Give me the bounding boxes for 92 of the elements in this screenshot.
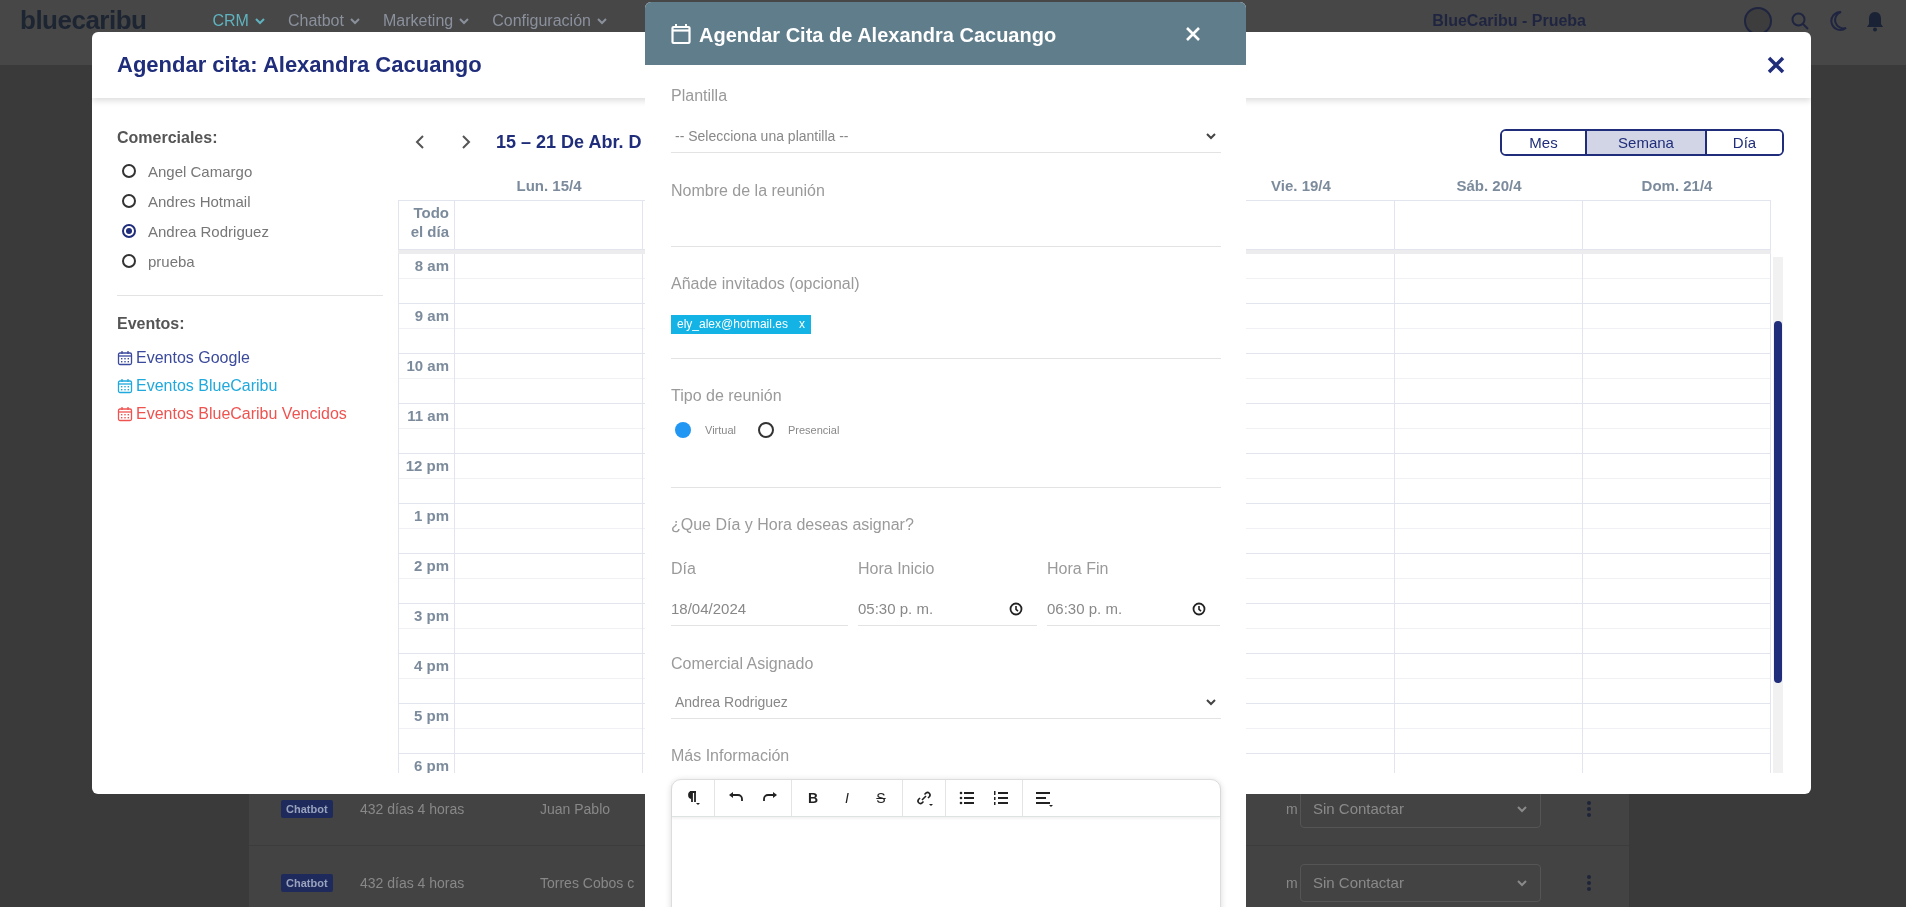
- radio-button[interactable]: [122, 224, 136, 238]
- field-label: Hora Fin: [1047, 559, 1110, 579]
- chevron-down-icon: [348, 15, 361, 27]
- bulleted-list-icon: [958, 789, 976, 807]
- channel-badge: Chatbot: [281, 873, 333, 892]
- calendar-icon: [671, 22, 691, 45]
- modal-title: Agendar cita: Alexandra Cacuango: [117, 52, 482, 78]
- day-header: Lun. 15/4: [515, 176, 583, 194]
- bold-button[interactable]: B: [798, 784, 828, 812]
- chevron-down-icon: [1205, 696, 1217, 708]
- clock-icon: [1192, 601, 1206, 616]
- field-label: Día: [671, 559, 697, 579]
- time-label: 10 am: [405, 356, 450, 375]
- numbered-list-icon: [992, 789, 1010, 807]
- day-header: Dom. 21/4: [1640, 176, 1714, 194]
- close-icon: [1185, 25, 1201, 42]
- table-cell-text: m: [1286, 800, 1299, 817]
- template-select[interactable]: -- Selecciona una plantilla --: [671, 120, 1221, 153]
- time-field[interactable]: 06:30 p. m.: [1047, 592, 1220, 626]
- guests-field[interactable]: ely_alex@hotmail.es x: [671, 298, 1221, 359]
- time-label: 9 am: [413, 306, 450, 325]
- radio-button[interactable]: [122, 194, 136, 208]
- time-label: 2 pm: [413, 556, 450, 575]
- time-field[interactable]: 05:30 p. m.: [858, 592, 1037, 626]
- field-label: Más Información: [671, 746, 791, 766]
- table-cell-text: m: [1286, 874, 1299, 891]
- section-heading: Eventos:: [117, 314, 186, 334]
- table-cell-text: Torres Cobos c: [540, 874, 636, 891]
- time-label: 3 pm: [413, 606, 450, 625]
- nav-item[interactable]: Chatbot: [287, 11, 361, 31]
- all-day-label: Todo el día: [409, 203, 450, 241]
- clock-icon: [1009, 601, 1023, 616]
- nav-item[interactable]: Marketing: [382, 11, 471, 31]
- commercial-option[interactable]: Andrea Rodriguez: [117, 216, 383, 246]
- commercial-option[interactable]: Andres Hotmail: [117, 186, 383, 216]
- scrollbar-thumb[interactable]: [1774, 321, 1782, 683]
- time-label: 1 pm: [413, 506, 450, 525]
- radio-button[interactable]: [675, 422, 691, 438]
- event-source-link[interactable]: Eventos BlueCaribu: [117, 372, 383, 400]
- field-label: ¿Que Día y Hora deseas asignar?: [671, 515, 915, 535]
- avatar[interactable]: [1744, 7, 1772, 35]
- time-label: 4 pm: [413, 656, 450, 675]
- chevron-left-icon: [415, 134, 425, 150]
- section-heading: Comerciales:: [117, 128, 219, 148]
- time-label: 5 pm: [413, 706, 450, 725]
- view-toggle[interactable]: Semana: [1585, 130, 1705, 154]
- date-range-title: 15 – 21 De Abr. D: [496, 131, 642, 153]
- field-label: Plantilla: [671, 86, 729, 106]
- commercial-option[interactable]: prueba: [117, 246, 383, 276]
- chevron-down-icon: [253, 15, 266, 27]
- remove-button[interactable]: x: [798, 317, 805, 331]
- field-label: Añade invitados (opcional): [671, 274, 861, 294]
- meeting-type-option[interactable]: Presencial: [758, 420, 840, 440]
- chevron-down-icon: [458, 15, 471, 27]
- table-cell-text: 432 días 4 horas: [360, 800, 466, 817]
- channel-badge: Chatbot: [281, 799, 333, 818]
- text-editor[interactable]: B I S: [671, 779, 1221, 907]
- table-cell-text: Juan Pablo: [540, 800, 612, 817]
- day-header: Sáb. 20/4: [1455, 176, 1523, 194]
- status-select[interactable]: Sin Contactar: [1300, 863, 1541, 902]
- align-left-icon: [1035, 789, 1053, 807]
- nav-item[interactable]: Configuración: [492, 11, 608, 31]
- view-toggle[interactable]: Día: [1705, 130, 1782, 154]
- field-label: Tipo de reunión: [671, 386, 783, 406]
- event-source-link[interactable]: Eventos Google: [117, 344, 383, 372]
- event-source-link[interactable]: Eventos BlueCaribu Vencidos: [117, 400, 383, 428]
- chevron-down-icon: [595, 15, 608, 27]
- field-label: Comercial Asignado: [671, 654, 815, 674]
- radio-button[interactable]: [122, 164, 136, 178]
- time-label: 8 am: [413, 256, 450, 275]
- close-icon: [1766, 55, 1786, 75]
- meeting-type-option[interactable]: Virtual: [675, 420, 736, 440]
- strike-button[interactable]: S: [866, 784, 896, 812]
- guest-email: ely_alex@hotmail.es: [677, 317, 788, 331]
- radio-button[interactable]: [122, 254, 136, 268]
- table-cell-text: 432 días 4 horas: [360, 874, 466, 891]
- field-label: Nombre de la reunión: [671, 181, 826, 201]
- time-label: 11 am: [406, 406, 450, 425]
- commercial-option[interactable]: Angel Camargo: [117, 156, 383, 186]
- time-label: 12 pm: [404, 456, 450, 475]
- date-field[interactable]: 18/04/2024: [671, 592, 848, 626]
- chevron-right-icon: [461, 134, 471, 150]
- nav-item[interactable]: CRM: [212, 11, 266, 31]
- close-button[interactable]: [1766, 55, 1786, 75]
- italic-button[interactable]: I: [832, 784, 862, 812]
- radio-button[interactable]: [758, 422, 774, 438]
- field-label: Hora Inicio: [858, 559, 936, 579]
- day-header: Vie. 19/4: [1270, 176, 1332, 194]
- chevron-down-icon: [1205, 130, 1217, 142]
- commercial-select[interactable]: Andrea Rodriguez: [671, 686, 1221, 719]
- dialog-title: Agendar Cita de Alexandra Cacuango: [699, 24, 1057, 47]
- link-icon: [915, 789, 933, 807]
